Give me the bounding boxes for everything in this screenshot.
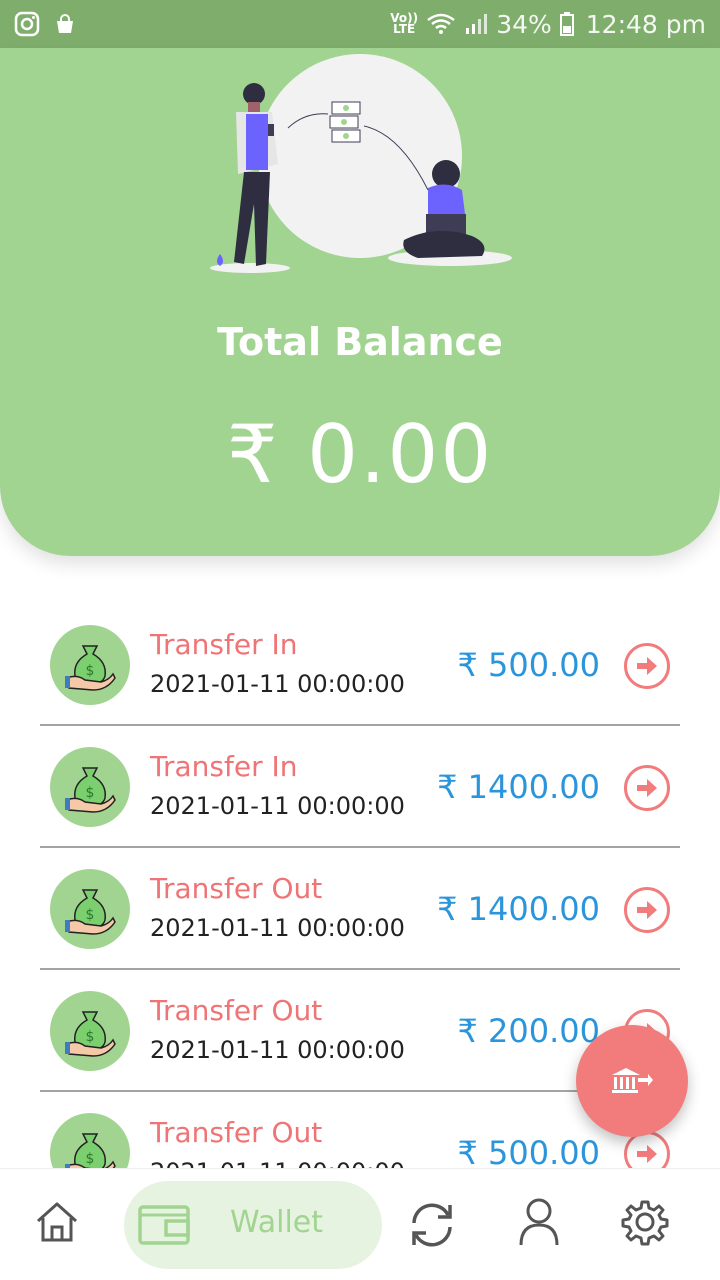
transaction-date: 2021-01-11 00:00:00 xyxy=(150,1036,405,1064)
transaction-amount: ₹ 200.00 xyxy=(457,1012,601,1050)
arrow-right-icon[interactable] xyxy=(624,765,670,811)
money-bag-hand-icon: $ xyxy=(50,991,130,1071)
instagram-icon xyxy=(14,11,40,37)
status-bar: Vo)) LTE 34% 12:48 pm xyxy=(0,0,720,48)
transaction-type: Transfer Out xyxy=(150,872,323,905)
wifi-icon xyxy=(426,12,456,36)
nav-wallet-tab[interactable]: Wallet xyxy=(124,1181,382,1269)
svg-text:$: $ xyxy=(86,1029,95,1045)
money-bag-hand-icon: $ xyxy=(50,869,130,949)
transaction-type: Transfer Out xyxy=(150,1116,323,1149)
nav-wallet-label: Wallet xyxy=(230,1205,324,1240)
transaction-date: 2021-01-11 00:00:00 xyxy=(150,792,405,820)
transaction-amount: ₹ 1400.00 xyxy=(437,768,600,806)
shopping-bag-icon xyxy=(54,13,76,35)
svg-text:$: $ xyxy=(86,785,95,801)
transaction-date: 2021-01-11 00:00:00 xyxy=(150,1158,405,1168)
settings-icon[interactable] xyxy=(620,1197,670,1247)
transaction-amount: ₹ 500.00 xyxy=(457,646,601,684)
transaction-amount: ₹ 500.00 xyxy=(457,1134,601,1168)
money-bag-hand-icon: $ xyxy=(50,625,130,705)
transaction-row[interactable]: $ Transfer In 2021-01-11 00:00:00 ₹ 1400… xyxy=(40,726,680,848)
wallet-icon xyxy=(138,1205,190,1245)
svg-text:$: $ xyxy=(86,1151,95,1167)
transaction-amount: ₹ 1400.00 xyxy=(437,890,600,928)
svg-text:$: $ xyxy=(86,907,95,923)
balance-header: Total Balance ₹ 0.00 xyxy=(0,48,720,556)
arrow-right-icon[interactable] xyxy=(624,887,670,933)
network-label: Vo)) LTE xyxy=(390,11,419,36)
bottom-navigation: Wallet xyxy=(0,1168,720,1280)
balance-title: Total Balance xyxy=(217,320,503,364)
transaction-type: Transfer In xyxy=(150,628,298,661)
profile-icon[interactable] xyxy=(514,1197,564,1247)
transaction-date: 2021-01-11 00:00:00 xyxy=(150,914,405,942)
refresh-icon[interactable] xyxy=(406,1199,458,1251)
transaction-date: 2021-01-11 00:00:00 xyxy=(150,670,405,698)
clock: 12:48 pm xyxy=(585,9,706,39)
money-bag-hand-icon: $ xyxy=(50,1113,130,1168)
transaction-type: Transfer In xyxy=(150,750,298,783)
arrow-right-icon[interactable] xyxy=(624,643,670,689)
bank-transfer-button[interactable] xyxy=(576,1025,688,1137)
transaction-row[interactable]: $ Transfer In 2021-01-11 00:00:00 ₹ 500.… xyxy=(40,604,680,726)
balance-amount: ₹ 0.00 xyxy=(226,408,494,501)
signal-icon xyxy=(464,12,488,36)
wallet-screen: Vo)) LTE 34% 12:48 pm Total Balance ₹ 0.… xyxy=(0,0,720,1280)
home-icon[interactable] xyxy=(32,1197,82,1247)
money-transfer-illustration xyxy=(210,54,512,273)
transaction-row[interactable]: $ Transfer Out 2021-01-11 00:00:00 ₹ 140… xyxy=(40,848,680,970)
battery-icon xyxy=(559,12,574,36)
svg-text:$: $ xyxy=(86,663,95,679)
bank-transfer-icon xyxy=(612,1068,653,1093)
transaction-type: Transfer Out xyxy=(150,994,323,1027)
money-bag-hand-icon: $ xyxy=(50,747,130,827)
battery-percent: 34% xyxy=(496,9,552,39)
